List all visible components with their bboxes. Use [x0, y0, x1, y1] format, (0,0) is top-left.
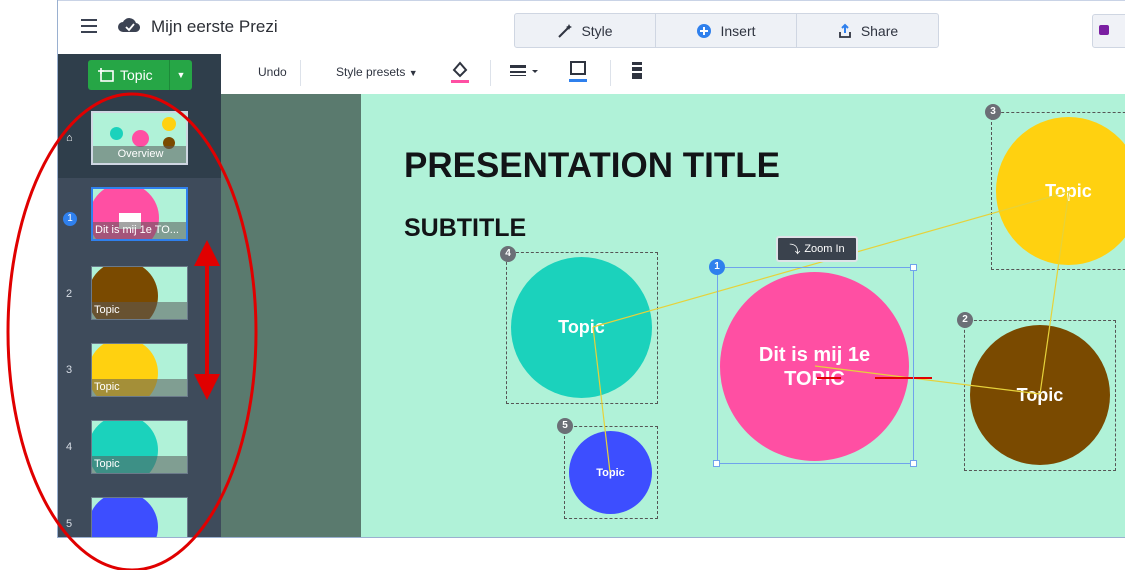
add-topic-button[interactable]: Topic ▼ [88, 60, 192, 90]
slide-thumbnail-3[interactable]: Topic [91, 343, 188, 397]
slide-caption: Topic [92, 302, 187, 319]
overview-label: Overview [93, 146, 186, 163]
path-line [1039, 190, 1070, 395]
add-topic-label: Topic [120, 67, 153, 83]
home-icon: ⌂ [66, 132, 73, 144]
style-presets-dropdown[interactable]: Style presets ▼ [336, 65, 418, 79]
resize-handle[interactable] [910, 460, 917, 467]
prezi-editor: Mijn eerste Prezi Style Insert Share Top… [57, 0, 1125, 538]
slide-number: 1 [63, 212, 77, 226]
layer-order-icon[interactable] [630, 60, 644, 82]
slide-sidebar: ⌂ Overview 1 Dit is mij 1e TO... 2 Topic… [58, 100, 221, 537]
topic-number-badge: 1 [709, 259, 725, 275]
undo-button[interactable]: Undo [258, 65, 287, 79]
tab-style[interactable]: Style [515, 14, 656, 47]
path-line [592, 326, 611, 473]
plus-circle-icon [697, 23, 712, 38]
border-color-icon[interactable] [568, 59, 588, 85]
presentation-canvas[interactable]: PRESENTATION TITLE SUBTITLE 4 5 2 3 Topi… [361, 94, 1125, 537]
selection-box[interactable] [717, 267, 914, 464]
resize-handle[interactable] [910, 264, 917, 271]
slide-number: 3 [66, 364, 73, 376]
toolbar-divider [490, 60, 491, 86]
thumb-dot [132, 130, 149, 147]
zoom-in-button[interactable]: ⤵ Zoom In [776, 236, 858, 262]
video-camera-icon [1099, 25, 1109, 35]
main-tabs: Style Insert Share [514, 13, 939, 48]
zoom-in-label: Zoom In [804, 243, 845, 255]
tab-insert[interactable]: Insert [656, 14, 797, 47]
slide-number: 4 [66, 441, 73, 453]
slide-number: 5 [66, 518, 73, 530]
tab-insert-label: Insert [720, 22, 756, 39]
canvas-margin [221, 94, 361, 537]
thumb-circle [92, 498, 158, 537]
arrow-down-right-icon: ⤵ [789, 244, 801, 256]
share-icon [838, 23, 851, 38]
menu-icon[interactable] [81, 19, 97, 33]
slide-caption: Dit is mij 1e TO... [93, 222, 186, 239]
thumb-dot [162, 117, 176, 131]
slide-thumbnail-5[interactable] [91, 497, 188, 537]
slide-number: 2 [66, 288, 73, 300]
slide-caption: Topic [92, 456, 187, 473]
slide-thumbnail-4[interactable]: Topic [91, 420, 188, 474]
border-style-icon[interactable] [510, 63, 540, 79]
add-topic-icon [98, 68, 114, 82]
tab-style-label: Style [581, 22, 613, 39]
toolbar-divider [300, 60, 301, 86]
fill-color-icon[interactable] [450, 58, 470, 86]
chevron-down-icon[interactable]: ▼ [169, 60, 192, 90]
video-button[interactable] [1092, 14, 1125, 48]
presentation-name[interactable]: Mijn eerste Prezi [151, 17, 278, 37]
slide-thumbnail-1[interactable]: Dit is mij 1e TO... [91, 187, 188, 241]
tab-share-label: Share [860, 22, 899, 39]
top-bar: Mijn eerste Prezi Style Insert Share [58, 0, 1125, 54]
toolbar-divider [610, 60, 611, 86]
style-presets-label: Style presets [336, 65, 406, 79]
slide-caption: Topic [92, 379, 187, 396]
tab-share[interactable]: Share [797, 14, 938, 47]
resize-handle[interactable] [713, 460, 720, 467]
slide-thumbnail-2[interactable]: Topic [91, 266, 188, 320]
overview-row[interactable]: ⌂ Overview [58, 100, 221, 178]
wand-icon [558, 23, 573, 38]
cloud-icon[interactable] [118, 16, 140, 34]
thumb-dot [110, 127, 123, 140]
add-topic-area: Topic ▼ [58, 54, 221, 100]
overview-thumbnail[interactable]: Overview [91, 111, 188, 165]
